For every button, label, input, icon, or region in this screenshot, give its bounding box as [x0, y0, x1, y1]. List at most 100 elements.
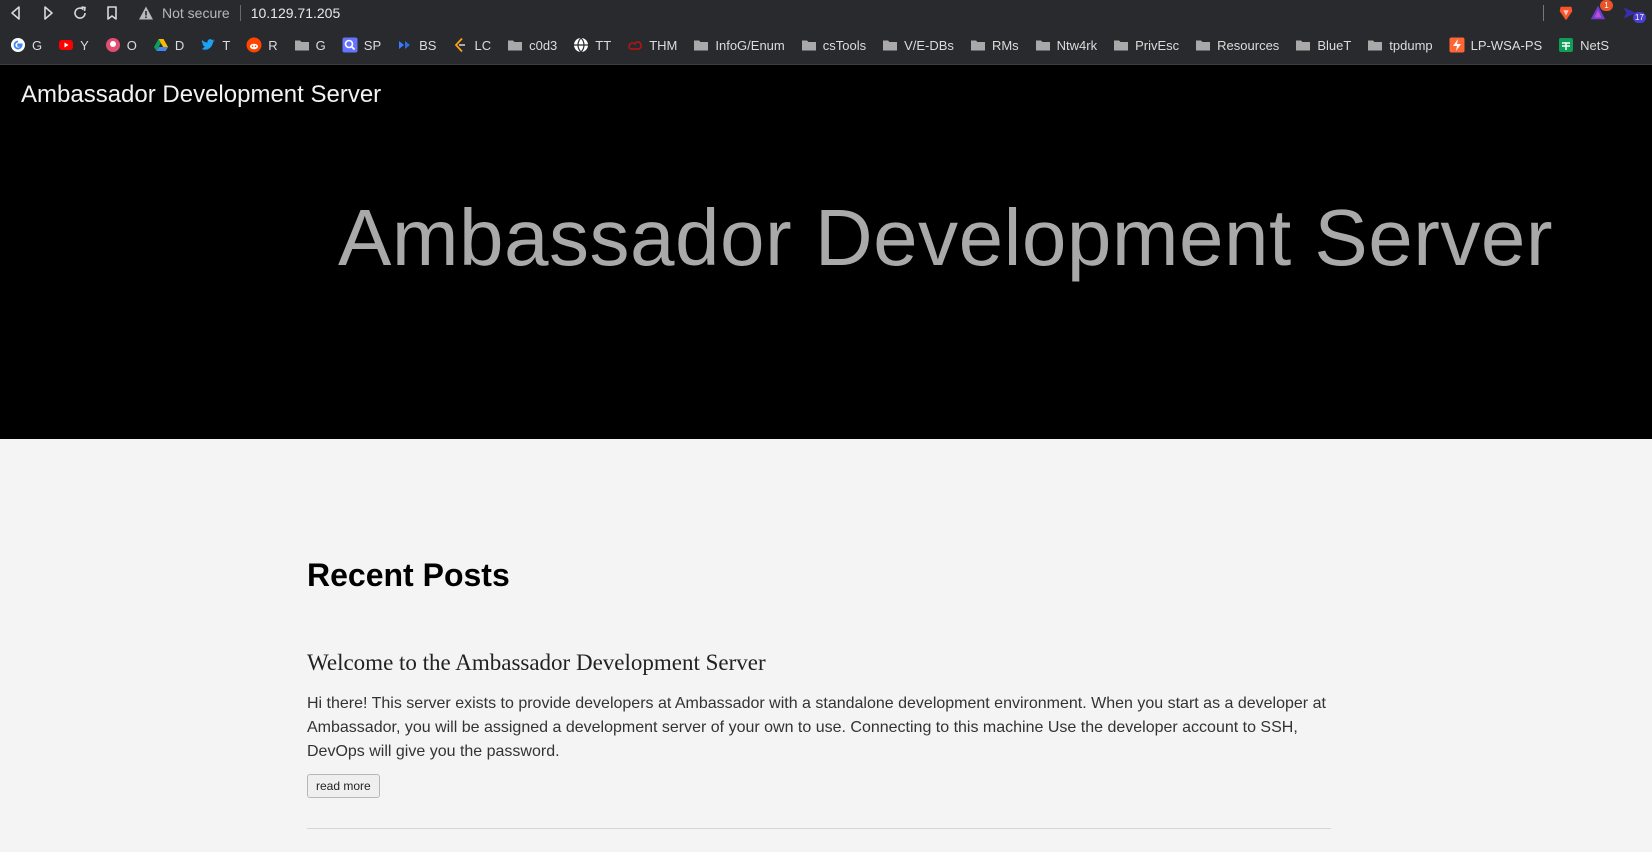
brave-wallet-button[interactable]: 17	[1620, 3, 1646, 23]
bookmark-item[interactable]: InfoG/Enum	[693, 37, 785, 53]
search-icon	[342, 37, 358, 53]
bookmark-button[interactable]	[96, 0, 128, 26]
lightning-icon	[1449, 37, 1465, 53]
bookmark-item[interactable]: THM	[627, 37, 677, 53]
youtube-icon	[58, 37, 74, 53]
url-separator	[239, 5, 241, 21]
google-icon	[10, 37, 26, 53]
bookmark-item[interactable]: V/E-DBs	[882, 37, 954, 53]
brave-shields-button[interactable]	[1556, 3, 1576, 23]
folder-icon	[294, 37, 310, 53]
folder-icon	[970, 37, 986, 53]
extensions-separator	[1543, 5, 1544, 21]
bookmark-label: Ntw4rk	[1056, 37, 1098, 53]
bookmark-icon	[107, 6, 117, 20]
drive-icon	[153, 37, 169, 53]
reload-button[interactable]	[64, 0, 96, 26]
bookmark-item[interactable]: LC	[452, 37, 491, 53]
bookmark-label: Resources	[1217, 37, 1280, 53]
forward-button[interactable]	[32, 0, 64, 26]
bookmark-label: TT	[595, 37, 612, 53]
bookmark-item[interactable]: PrivEsc	[1113, 37, 1179, 53]
bookmark-item[interactable]: O	[105, 37, 137, 53]
bookmark-item[interactable]: LP-WSA-PS	[1449, 37, 1543, 53]
hero-title: Ambassador Development Server	[338, 193, 1554, 282]
browser-toolbar: Not secure 10.129.71.205 1 17	[0, 0, 1652, 26]
extensions-area: 1 17	[1543, 0, 1652, 26]
bookmark-label: csTools	[822, 37, 867, 53]
folder-icon	[1035, 37, 1051, 53]
bookmark-label: RMs	[991, 37, 1019, 53]
post-divider	[307, 828, 1331, 829]
warning-icon	[139, 6, 153, 20]
bookmark-label: BS	[419, 37, 437, 53]
read-more-button[interactable]: read more	[307, 774, 380, 798]
bookmark-item[interactable]: G	[294, 37, 326, 53]
bookmark-label: PrivEsc	[1135, 37, 1180, 53]
bookmark-item[interactable]: R	[246, 37, 278, 53]
brave-rewards-button[interactable]: 1	[1588, 0, 1613, 23]
bookmark-item[interactable]: Ntw4rk	[1035, 37, 1097, 53]
wallet-badge: 17	[1633, 12, 1646, 23]
folder-icon	[1367, 37, 1383, 53]
bookmark-label: NetS	[1580, 37, 1610, 53]
address-bar[interactable]: 10.129.71.205	[251, 5, 341, 21]
reload-icon	[74, 6, 86, 19]
bookmark-item[interactable]: Resources	[1195, 37, 1279, 53]
bookmark-label: LC	[474, 37, 492, 53]
bookmark-item[interactable]: csTools	[801, 37, 866, 53]
bookmark-item[interactable]: Y	[58, 37, 89, 53]
bookmark-label: Y	[80, 37, 89, 53]
bookmark-label: R	[268, 37, 278, 53]
bookmark-label: SP	[363, 37, 382, 53]
brave-lion-icon	[1559, 6, 1573, 21]
bookmark-label: InfoG/Enum	[715, 37, 785, 53]
globe-icon	[573, 37, 589, 53]
bs-icon	[397, 37, 413, 53]
bookmark-item[interactable]: tpdump	[1367, 37, 1433, 53]
sheets-icon	[1558, 37, 1574, 53]
bookmark-item[interactable]: NetS	[1558, 37, 1609, 53]
forward-icon	[44, 6, 53, 20]
bookmark-item[interactable]: G	[10, 37, 42, 53]
bookmark-item[interactable]: BS	[397, 37, 436, 53]
post-title[interactable]: Welcome to the Ambassador Development Se…	[307, 650, 766, 676]
bookmark-label: THM	[649, 37, 678, 53]
hero-header: Ambassador Development Server Ambassador…	[0, 65, 1652, 439]
folder-icon	[1113, 37, 1129, 53]
bookmark-label: T	[222, 37, 231, 53]
back-icon	[11, 6, 20, 20]
folder-icon	[693, 37, 709, 53]
twitter-icon	[200, 37, 216, 53]
bookmark-label: BlueT	[1317, 37, 1352, 53]
bookmark-item[interactable]: RMs	[970, 37, 1019, 53]
bookmark-label: G	[32, 37, 43, 53]
bookmark-label: tpdump	[1389, 37, 1433, 53]
security-label: Not secure	[162, 5, 230, 21]
bookmark-label: c0d3	[529, 37, 558, 53]
folder-icon	[801, 37, 817, 53]
bookmarks-bar: G Y O D T R G SP BS LC c0d3 TT THM InfoG/Enum csTools V…	[0, 26, 1652, 65]
post-excerpt: Hi there! This server exists to provide …	[307, 695, 1326, 760]
security-indicator[interactable]: Not secure	[138, 5, 230, 21]
bookmark-label: G	[315, 37, 326, 53]
folder-icon	[1295, 37, 1311, 53]
bookmark-label: LP-WSA-PS	[1470, 37, 1543, 53]
bookmark-item[interactable]: BlueT	[1295, 37, 1351, 53]
bookmark-item[interactable]: T	[200, 37, 230, 53]
site-title-link[interactable]: Ambassador Development Server	[21, 81, 381, 109]
bookmark-item[interactable]: SP	[342, 37, 381, 53]
bookmark-item[interactable]: TT	[573, 37, 611, 53]
folder-icon	[1195, 37, 1211, 53]
bookmark-label: V/E-DBs	[904, 37, 954, 53]
bookmark-label: D	[174, 37, 185, 53]
bookmark-item[interactable]: c0d3	[507, 37, 557, 53]
back-button[interactable]	[0, 0, 32, 26]
bookmark-item[interactable]: D	[153, 37, 184, 53]
folder-icon	[882, 37, 898, 53]
lc-icon	[452, 37, 468, 53]
bookmark-label: O	[126, 37, 137, 53]
thm-icon	[627, 37, 643, 53]
folder-icon	[507, 37, 523, 53]
reddit-icon	[246, 37, 262, 53]
